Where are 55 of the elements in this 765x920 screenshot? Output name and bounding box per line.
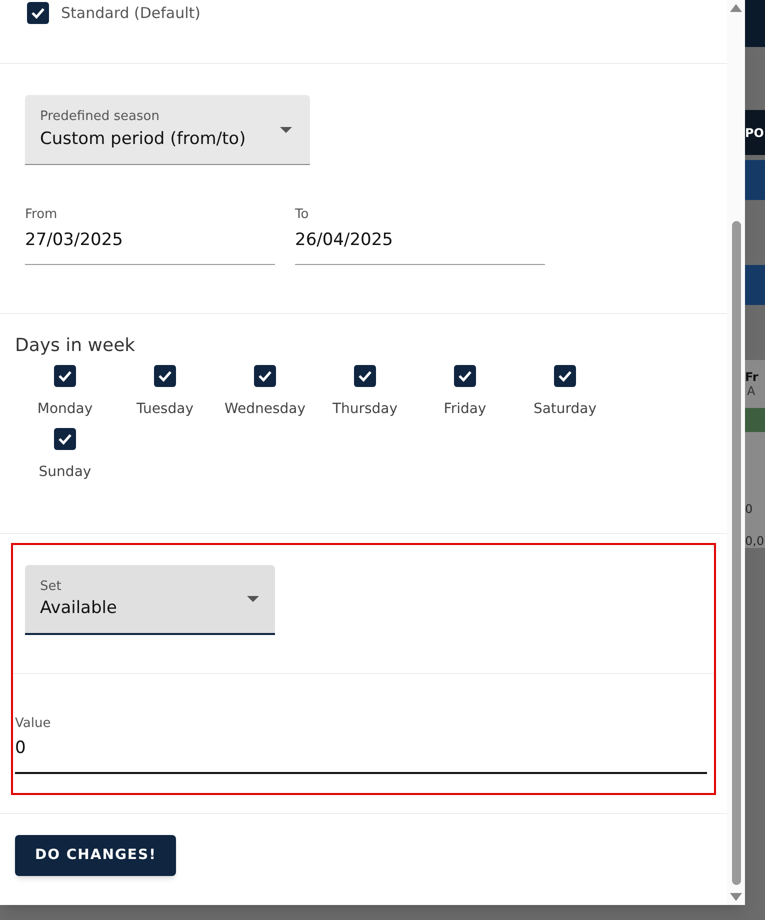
dropdown-caret-icon	[247, 596, 259, 602]
check-icon	[558, 370, 572, 382]
section-title: Days in week	[15, 335, 136, 356]
checkbox[interactable]	[254, 365, 276, 387]
background-text: 0	[745, 502, 754, 516]
checkbox[interactable]	[54, 365, 76, 387]
date-value: 27/03/2025	[25, 228, 124, 252]
value-field[interactable]: Value 0	[15, 714, 707, 774]
day-label: Thursday	[332, 400, 398, 419]
scrollbar[interactable]	[727, 0, 745, 905]
checkbox[interactable]	[54, 428, 76, 450]
field-label: From	[25, 206, 58, 224]
field-label: Set	[40, 578, 62, 596]
checkbox[interactable]	[154, 365, 176, 387]
check-icon	[158, 370, 172, 382]
check-icon	[58, 433, 72, 445]
background-bar	[745, 160, 765, 200]
day-label: Wednesday	[224, 400, 306, 419]
day-label: Saturday	[533, 400, 597, 419]
select-value: Available	[40, 597, 117, 620]
date-value: 26/04/2025	[295, 228, 394, 252]
scroll-up-icon[interactable]	[730, 4, 742, 12]
check-icon	[58, 370, 72, 382]
day-label: Monday	[37, 400, 93, 419]
scrollbar-thumb[interactable]	[732, 220, 740, 884]
background-text: A	[746, 384, 756, 398]
background-text: 0,0	[745, 534, 765, 548]
field-label: Value	[15, 715, 52, 733]
day-label: Sunday	[38, 463, 92, 482]
check-icon	[31, 7, 45, 19]
checkbox[interactable]	[27, 2, 49, 24]
background-bar	[745, 265, 765, 305]
check-icon	[458, 370, 472, 382]
field-value: 0	[15, 736, 27, 760]
scroll-down-icon[interactable]	[730, 893, 742, 901]
field-label: Predefined season	[40, 108, 160, 126]
dropdown-caret-icon	[280, 126, 292, 132]
set-select[interactable]: Set Available	[25, 565, 275, 635]
date-field[interactable]: To 26/04/2025	[295, 205, 545, 265]
check-icon	[258, 370, 272, 382]
background-bar	[745, 0, 765, 47]
season-select[interactable]: Predefined season Custom period (from/to)	[25, 95, 310, 165]
select-value: Custom period (from/to)	[40, 128, 246, 150]
do-changes-button[interactable]: DO CHANGES!	[15, 835, 176, 876]
checkbox[interactable]	[454, 365, 476, 387]
field-label: To	[295, 206, 310, 224]
day-label: Friday	[444, 400, 486, 419]
background-text: Fr	[745, 370, 760, 384]
option-label: Standard (Default)	[61, 3, 201, 24]
background-text: PO	[745, 124, 764, 142]
check-icon	[358, 370, 372, 382]
checkbox[interactable]	[354, 365, 376, 387]
day-label: Tuesday	[136, 400, 194, 419]
checkbox[interactable]	[554, 365, 576, 387]
date-field[interactable]: From 27/03/2025	[25, 205, 275, 265]
